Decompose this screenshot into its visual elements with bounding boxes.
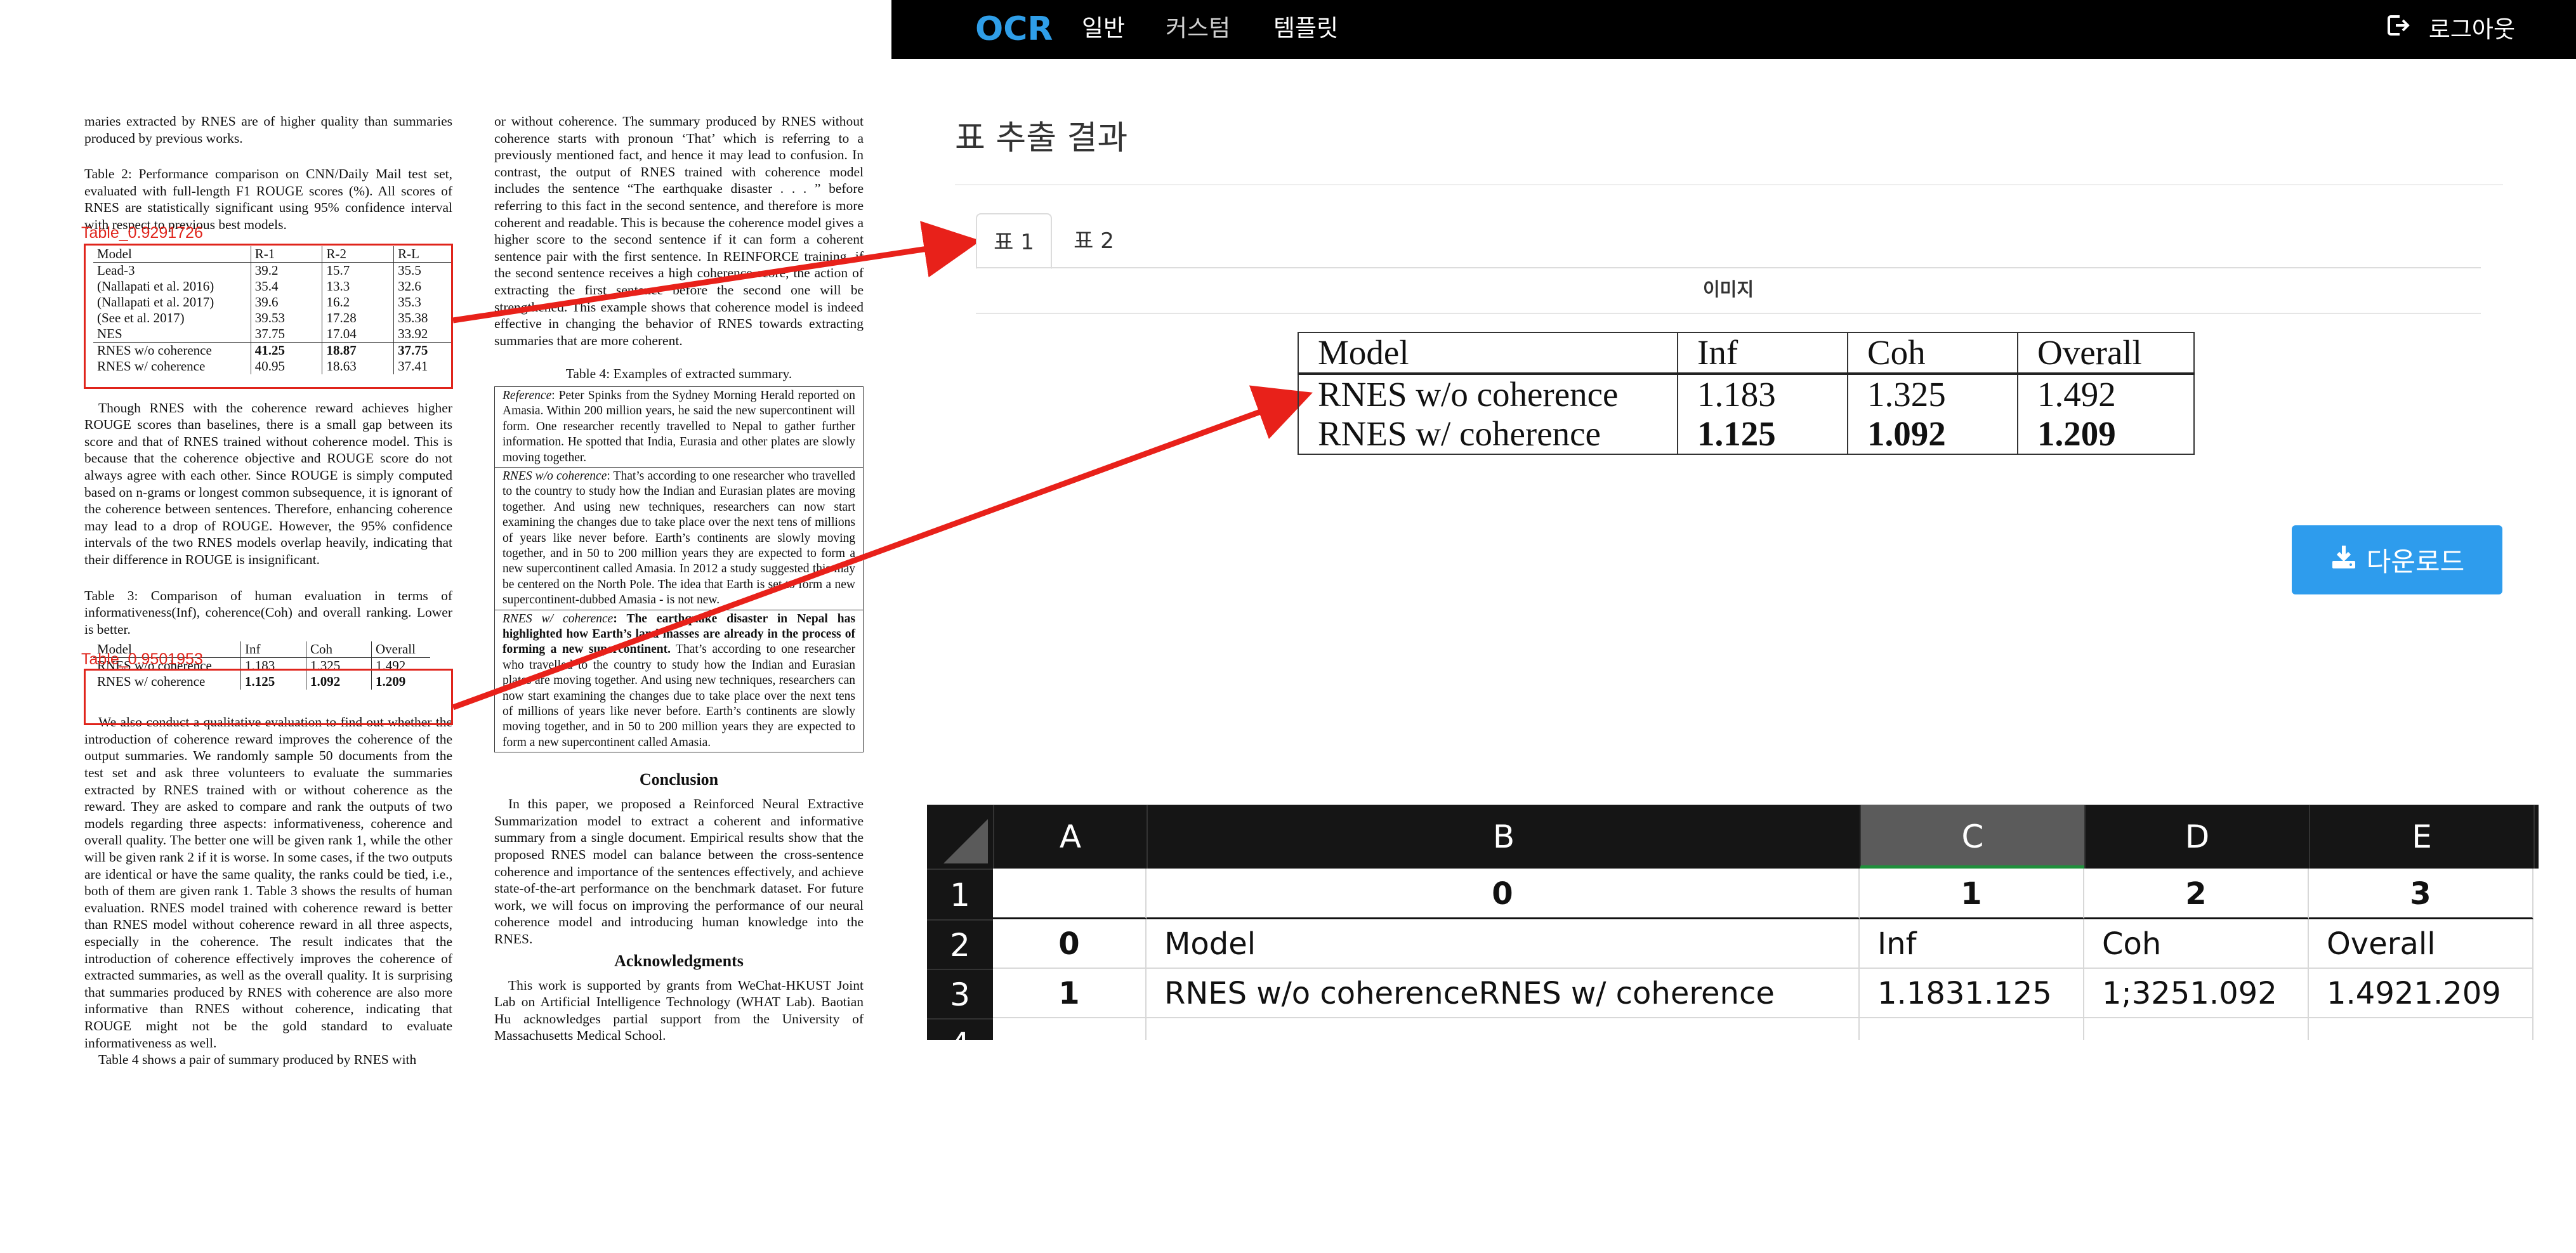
table-row: RNES w/o coherence 1.183 1.325 1.492 (1298, 374, 2194, 414)
sheet-cell-b3[interactable]: RNES w/o coherenceRNES w/ coherence (1147, 969, 1860, 1018)
sheet-cell-b4[interactable] (1147, 1018, 1860, 1040)
sheet-cell-a4[interactable] (993, 1018, 1147, 1040)
table-cell: Coh (1847, 332, 2018, 375)
column-header-c[interactable]: C (1860, 805, 2084, 869)
table-cell: Overall (2017, 332, 2194, 375)
table4-reference: Reference: Peter Spinks from the Sydney … (495, 387, 863, 467)
table4-w-text: That’s according to one researcher who t… (503, 643, 855, 749)
table-cell: RNES w/ coherence (1318, 414, 1601, 453)
table4-caption: Table 4: Examples of extracted summary. (565, 366, 792, 382)
page-title: 표 추출 결과 (955, 119, 1128, 157)
paper-left-para4: Table 4 shows a pair of summary produced… (98, 1052, 417, 1068)
table-cell: 1.125 (1677, 414, 1848, 454)
divider (976, 313, 2481, 314)
nav-general[interactable]: 일반 (1082, 13, 1125, 44)
sheet-cell-b1[interactable]: 0 (1147, 869, 1860, 919)
sheet-cell-c2[interactable]: Inf (1860, 919, 2084, 969)
tab-underline (976, 267, 2481, 268)
sheet-cell-a2[interactable]: 0 (993, 919, 1147, 969)
table4-wo-label: RNES w/o coherence (503, 469, 607, 483)
table2-caption: Table 2: Performance comparison on CNN/D… (84, 166, 452, 232)
divider (955, 184, 2503, 185)
sheet-cell-a3[interactable]: 1 (993, 969, 1147, 1018)
image-section-label: 이미지 (1702, 279, 1754, 300)
acknowledgments-text: This work is supported by grants from We… (494, 977, 864, 1044)
table2-detection-label: Table_0.9291726 (81, 224, 203, 242)
sheet-cell-c3[interactable]: 1.1831.125 (1860, 969, 2084, 1018)
table-cell: 1.492 (2017, 374, 2194, 414)
sheet-cell-d3[interactable]: 1;3251.092 (2084, 969, 2309, 1018)
table-cell: RNES w/o coherence (1318, 375, 1619, 414)
table-row: RNES w/ coherence 1.125 1.092 1.209 (1298, 414, 2194, 454)
table-cell: 1.092 (1847, 414, 2018, 454)
paper-left-para3: We also conduct a qualitative evaluation… (84, 714, 452, 1051)
column-header-d[interactable]: D (2084, 805, 2309, 869)
table4-ref-label: Reference (503, 388, 552, 402)
table-cell: Model (1298, 332, 1678, 375)
row-header-3[interactable]: 3 (927, 969, 993, 1018)
download-icon (2330, 543, 2358, 577)
sheet-cell-a1[interactable] (993, 869, 1147, 919)
download-button[interactable]: 다운로드 (2292, 525, 2502, 594)
paper-page: maries extracted by RNES are of higher q… (0, 0, 891, 1253)
row-header-4[interactable]: 4 (927, 1018, 993, 1040)
brand-logo[interactable]: OCR (975, 9, 1053, 49)
select-all-corner[interactable] (927, 805, 993, 869)
table4-with-coherence: RNES w/ coherence: The earthquake disast… (495, 609, 863, 752)
table-cell: 1.209 (2017, 414, 2194, 454)
table2-detection-box (84, 244, 453, 389)
sheet-cell-d1[interactable]: 2 (2084, 869, 2309, 919)
column-header-f[interactable] (2533, 805, 2539, 869)
table3-detection-box (84, 669, 453, 725)
table-cell: 1.183 (1677, 374, 1848, 414)
sheet-cell-b2[interactable]: Model (1147, 919, 1860, 969)
tab-table-1[interactable]: 표 1 (976, 213, 1052, 269)
tab-table-2[interactable]: 표 2 (1056, 213, 1132, 269)
table-cell: Overall (371, 641, 430, 659)
nav-custom[interactable]: 커스텀 (1166, 13, 1230, 44)
sign-out-icon (2386, 13, 2411, 46)
sheet-cell-c1[interactable]: 1 (1860, 869, 2084, 919)
sheet-cell-d4[interactable] (2084, 1018, 2309, 1040)
table-cell: Inf (1677, 332, 1848, 375)
sheet-cell-e1[interactable]: 3 (2309, 869, 2533, 919)
table3-detection-label: Table_0.9501953 (81, 650, 203, 668)
sheet-cell-e3[interactable]: 1.4921.209 (2309, 969, 2533, 1018)
top-navbar: OCR 일반 커스텀 템플릿 로그아웃 (891, 0, 2576, 59)
table-cell: Coh (306, 641, 372, 659)
row-header-1[interactable]: 1 (927, 869, 993, 919)
row-header-2[interactable]: 2 (927, 919, 993, 969)
conclusion-text: In this paper, we proposed a Reinforced … (494, 796, 864, 947)
sheet-cell-d2[interactable]: Coh (2084, 919, 2309, 969)
paper-right-column: or without coherence. The summary produc… (494, 113, 864, 1044)
table4-without-coherence: RNES w/o coherence: That’s according to … (495, 466, 863, 610)
table-row: Model Inf Coh Overall (1298, 332, 2194, 375)
spreadsheet-grid[interactable]: A B C D E 1 0 1 2 3 2 0 Model Inf Coh Ov… (927, 799, 2539, 1040)
paper-left-para2: Though RNES with the coherence reward ac… (84, 400, 452, 567)
sheet-cell-e4[interactable] (2309, 1018, 2533, 1040)
paper-right-para1: or without coherence. The summary produc… (494, 114, 864, 348)
paper-left-intro: maries extracted by RNES are of higher q… (84, 114, 452, 146)
table-cell: 1.325 (1847, 374, 2018, 414)
table4-ref-text: : Peter Spinks from the Sydney Morning H… (503, 388, 855, 464)
logout-label: 로그아웃 (2428, 15, 2515, 43)
table-cell: Inf (240, 641, 306, 659)
conclusion-heading: Conclusion (639, 770, 719, 789)
column-header-e[interactable]: E (2309, 805, 2533, 869)
table4-wo-text: : That’s according to one researcher who… (503, 469, 855, 607)
table3-caption: Table 3: Comparison of human evaluation … (84, 587, 452, 637)
paper-table4: Reference: Peter Spinks from the Sydney … (494, 386, 864, 753)
logout-button[interactable]: 로그아웃 (2386, 13, 2515, 46)
divider (927, 799, 2539, 805)
nav-template[interactable]: 템플릿 (1273, 13, 1338, 44)
table4-w-label: RNES w/ coherence (503, 612, 614, 626)
extracted-table-image: Model Inf Coh Overall RNES w/o coherence… (1298, 332, 2195, 455)
sheet-cell-c4[interactable] (1860, 1018, 2084, 1040)
acknowledgments-heading: Acknowledgments (614, 951, 744, 970)
column-header-b[interactable]: B (1147, 805, 1860, 869)
sheet-cell-e2[interactable]: Overall (2309, 919, 2533, 969)
download-label: 다운로드 (2366, 546, 2465, 577)
column-header-a[interactable]: A (993, 805, 1147, 869)
